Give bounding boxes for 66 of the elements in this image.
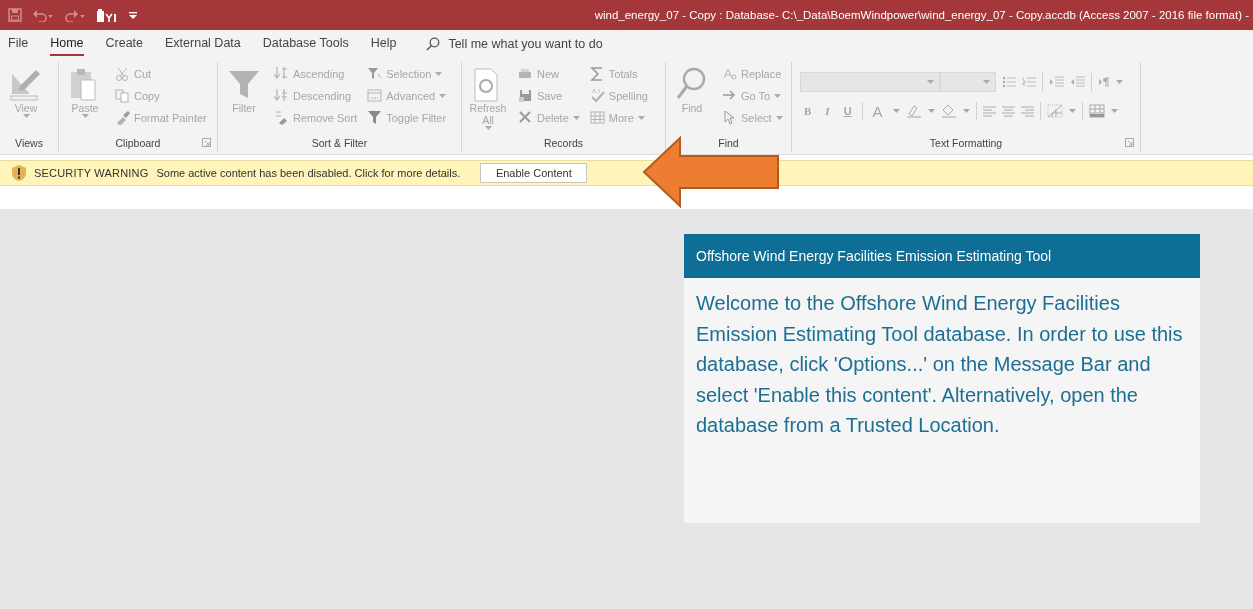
- ribbon-icon: [722, 66, 737, 81]
- panel-title: Offshore Wind Energy Facilities Emission Estimating Tool: [696, 248, 1052, 264]
- menu-tab[interactable]: File: [8, 32, 29, 56]
- paint-bucket-icon[interactable]: [940, 104, 957, 118]
- align-center-icon[interactable]: [1001, 105, 1015, 117]
- increase-indent-icon[interactable]: [1049, 76, 1064, 88]
- group-label: Sort & Filter: [311, 137, 368, 149]
- menu-tab[interactable]: Create: [105, 32, 144, 56]
- menu-tab[interactable]: Help: [370, 32, 397, 56]
- group-label: Records: [543, 137, 584, 149]
- search-icon: [426, 37, 441, 51]
- ribbon-icon: [115, 110, 130, 125]
- save-icon[interactable]: [8, 8, 22, 22]
- undo-icon[interactable]: [32, 8, 54, 22]
- group-label: Text Formatting: [929, 137, 1003, 149]
- ribbon-icon: [367, 66, 383, 81]
- group-label: Clipboard: [115, 137, 161, 149]
- align-left-icon[interactable]: [982, 105, 996, 117]
- menu-tab[interactable]: External Data: [165, 32, 241, 56]
- gridlines-icon[interactable]: [1046, 104, 1063, 118]
- warning-heading: SECURITY WARNING: [34, 167, 149, 179]
- group-label: Find: [718, 137, 739, 149]
- welcome-message: Welcome to the Offshore Wind Energy Facilities Emission Estimating Tool database. In order to use this database, click 'Options...' on the Message Bar and select 'Enable this content'. Alternatively, open the database from a Trusted Location.: [696, 291, 1184, 438]
- font-name-field[interactable]: [800, 72, 940, 92]
- caret-icon: [1110, 109, 1118, 113]
- ribbon-icon: [518, 88, 533, 103]
- warning-shield-icon: [12, 165, 26, 181]
- search-field[interactable]: Tell me what you want to do: [426, 37, 669, 51]
- ribbon-icon: [274, 66, 289, 81]
- align-right-icon[interactable]: [1020, 105, 1034, 117]
- ribbon-icon: [367, 88, 383, 103]
- enable-content-button[interactable]: Enable Content: [480, 163, 588, 183]
- caret-icon: [962, 109, 970, 113]
- ribbon-icon: [589, 110, 605, 125]
- warning-message: Some active content has been disabled. Click for more details.: [156, 167, 461, 179]
- ribbon-icon: [518, 66, 533, 81]
- paragraph-direction-icon[interactable]: [1098, 76, 1110, 88]
- ribbon-icon: [589, 88, 605, 103]
- ribbon-icon: [115, 66, 130, 81]
- font-size-field[interactable]: [940, 72, 996, 92]
- ribbon-icon: [274, 110, 289, 125]
- redo-icon[interactable]: [64, 8, 86, 22]
- ribbon-icon: [589, 66, 605, 81]
- numbering-icon[interactable]: [1022, 76, 1036, 88]
- caret-icon: [1116, 80, 1123, 84]
- bullets-icon[interactable]: [1002, 76, 1016, 88]
- window-title: wind_energy_07 - Copy : Database- C:\_Data\BoemWindpower\wind_energy_07 - Copy.accdb (Access 2007 - 2016 file format) -: [594, 9, 1250, 21]
- caret-icon: [983, 80, 990, 84]
- caret-icon: [1068, 109, 1076, 113]
- caret-icon: [927, 80, 934, 84]
- dialog-launcher-icon[interactable]: [1125, 138, 1134, 147]
- decrease-indent-icon[interactable]: [1070, 76, 1085, 88]
- group-label: Views: [15, 137, 43, 149]
- highlighter-icon[interactable]: [905, 104, 922, 118]
- table-icon[interactable]: [1088, 104, 1105, 118]
- ribbon-icon: [722, 110, 737, 125]
- caret-icon: [892, 109, 900, 113]
- menu-tab[interactable]: Database Tools: [262, 32, 349, 56]
- ribbon-icon: [115, 88, 130, 103]
- caret-icon: [927, 109, 935, 113]
- ribbon-icon: [367, 110, 383, 125]
- ribbon-icon: [274, 88, 289, 103]
- ribbon-icon: [518, 110, 533, 125]
- dialog-launcher-icon[interactable]: [202, 138, 211, 147]
- customize-icon[interactable]: [128, 10, 138, 20]
- menu-tab[interactable]: Home: [50, 32, 84, 56]
